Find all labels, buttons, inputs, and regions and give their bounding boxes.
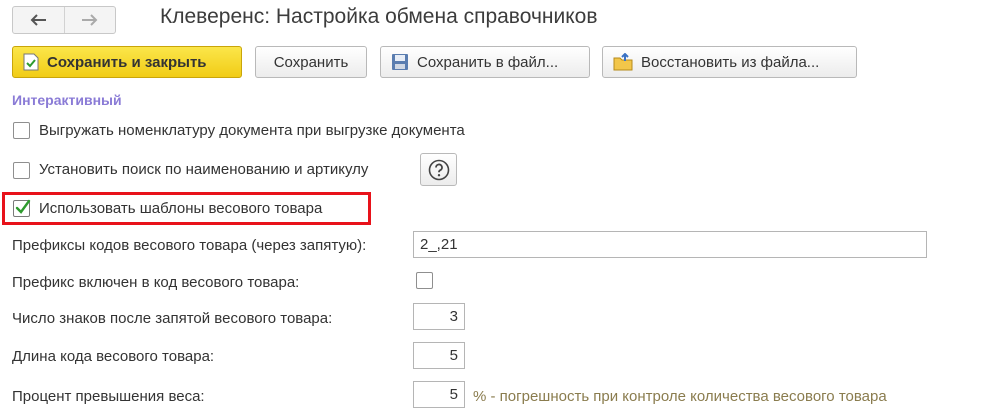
save-and-close-label: Сохранить и закрыть [47,53,207,71]
prefix-included-label: Префикс включен в код весового товара: [12,274,300,291]
arrow-right-icon [81,14,98,26]
decimals-label: Число знаков после запятой весового това… [12,310,333,327]
prefix-included-checkbox[interactable] [416,272,433,289]
back-button[interactable] [13,7,64,33]
save-to-file-button[interactable]: Сохранить в файл... [380,46,590,78]
arrow-left-icon [30,14,47,26]
navigation-buttons [12,6,116,34]
floppy-disk-icon [391,53,409,71]
export-nomenclature-label: Выгружать номенклатуру документа при выг… [39,122,465,139]
prefixes-input[interactable]: 2_,21 [413,231,927,258]
code-length-label: Длина кода весового товара: [12,348,215,365]
save-and-close-button[interactable]: Сохранить и закрыть [12,46,242,78]
folder-open-icon [613,53,633,71]
help-button[interactable] [420,153,457,186]
window-title: Клеверенс: Настройка обмена справочников [160,5,598,28]
weight-excess-label: Процент превышения веса: [12,388,205,405]
export-nomenclature-checkbox[interactable] [13,122,30,139]
use-weight-templates-label: Использовать шаблоны весового товара [39,200,323,217]
checkmark-icon [15,199,31,214]
weight-excess-hint: % - погрешность при контроле количества … [473,388,887,405]
prefixes-label: Префиксы кодов весового товара (через за… [12,237,367,254]
restore-from-file-button[interactable]: Восстановить из файла... [602,46,857,78]
search-by-name-checkbox[interactable] [13,162,30,179]
decimals-input[interactable]: 3 [413,303,465,330]
section-title: Интерактивный [12,92,122,108]
save-label: Сохранить [273,53,349,71]
document-save-icon [23,53,39,71]
save-button[interactable]: Сохранить [255,46,367,78]
save-to-file-label: Сохранить в файл... [417,53,559,71]
question-mark-icon [428,159,449,180]
search-by-name-label: Установить поиск по наименованию и артик… [39,161,369,178]
use-weight-templates-checkbox[interactable] [13,199,31,217]
restore-from-file-label: Восстановить из файла... [641,53,820,71]
weight-excess-input[interactable]: 5 [413,381,465,408]
forward-button[interactable] [63,7,116,33]
code-length-input[interactable]: 5 [413,342,465,369]
